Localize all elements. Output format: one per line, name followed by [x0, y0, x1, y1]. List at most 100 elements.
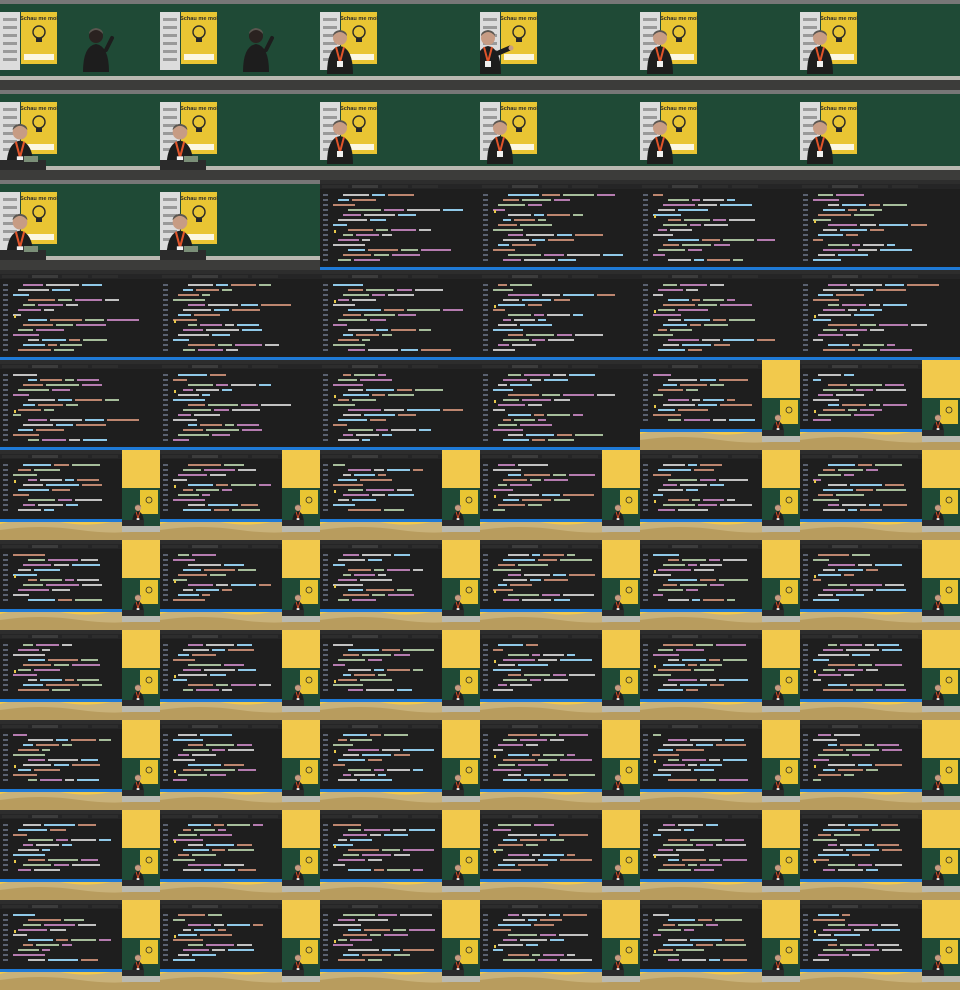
webcam-inset [282, 938, 320, 982]
thumbnail-frame [0, 270, 160, 360]
thumbnail-frame: Schau me mol [640, 0, 800, 90]
stage-scene: Schau me mol [160, 0, 320, 90]
webcam-inset [282, 668, 320, 712]
webcam-inset [762, 848, 800, 892]
thumbnail-frame: Schau me mol [160, 0, 320, 90]
code-editor-window [800, 180, 960, 270]
code-editor-window [320, 540, 442, 612]
editor-status-bar [160, 609, 282, 612]
thumbnail-frame [320, 450, 480, 540]
frame-image [160, 900, 320, 990]
code-editor-window [640, 360, 762, 432]
thumbnail-frame [480, 270, 640, 360]
frame-image: Schau me mol [160, 0, 320, 90]
code-editor-window [480, 720, 602, 792]
stage-scene: Schau me mol [800, 0, 960, 90]
code-editor-window [160, 720, 282, 792]
thumbnail-frame [800, 720, 960, 810]
thumbnail-frame [0, 450, 160, 540]
webcam-inset [922, 938, 960, 982]
poster-title: Schau me mol [340, 106, 378, 112]
webcam-inset [762, 578, 800, 622]
frame-image: Schau me mol [480, 0, 640, 90]
picture-in-picture-scene [800, 450, 960, 540]
frame-image [800, 180, 960, 270]
frame-image [480, 450, 640, 540]
thumbnail-frame [0, 720, 160, 810]
code-editor-window [0, 270, 160, 360]
webcam-inset [922, 488, 960, 532]
webcam-inset [602, 668, 640, 712]
thumbnail-frame [800, 360, 960, 450]
code-editor-window [800, 540, 922, 612]
editor-status-bar [0, 699, 122, 702]
picture-in-picture-scene [320, 810, 480, 900]
thumbnail-frame [640, 540, 800, 630]
editor-status-bar [0, 609, 122, 612]
poster-title: Schau me mol [180, 196, 218, 202]
frame-image [480, 630, 640, 720]
webcam-inset [762, 758, 800, 802]
thumbnail-frame [640, 810, 800, 900]
thumbnail-frame [640, 180, 800, 270]
webcam-inset [762, 938, 800, 982]
frame-image [320, 360, 480, 450]
editor-status-bar [320, 969, 442, 972]
code-editor-window [160, 630, 282, 702]
frame-image [640, 540, 800, 630]
thumbnail-frame: Schau me mol [0, 0, 160, 90]
thumbnail-frame [320, 180, 480, 270]
thumbnail-frame [320, 270, 480, 360]
frame-image [800, 540, 960, 630]
code-editor-window [640, 900, 762, 972]
code-editor-window [160, 450, 282, 522]
editor-status-bar [800, 429, 922, 432]
thumbnail-frame [0, 810, 160, 900]
frame-image [160, 630, 320, 720]
frame-image [480, 540, 640, 630]
webcam-inset [122, 488, 160, 532]
frame-image: Schau me mol [320, 0, 480, 90]
thumbnail-frame: Schau me mol [320, 0, 480, 90]
code-editor-window [480, 450, 602, 522]
poster-title: Schau me mol [820, 106, 858, 112]
thumbnail-frame [160, 540, 320, 630]
picture-in-picture-scene [160, 540, 320, 630]
editor-status-bar [800, 789, 922, 792]
editor-status-bar [160, 699, 282, 702]
frame-image [800, 270, 960, 360]
stage-scene: Schau me mol [320, 90, 480, 180]
poster-title: Schau me mol [820, 16, 858, 22]
webcam-inset [282, 758, 320, 802]
code-editor-window [0, 900, 122, 972]
editor-status-bar [800, 969, 922, 972]
frame-image [480, 180, 640, 270]
code-editor-window [160, 360, 320, 450]
webcam-inset [442, 758, 480, 802]
code-editor-window [0, 720, 122, 792]
webcam-inset [282, 488, 320, 532]
code-editor-window [160, 810, 282, 882]
frame-image: Schau me mol [320, 90, 480, 180]
frame-image [640, 630, 800, 720]
editor-status-bar [640, 969, 762, 972]
picture-in-picture-scene [640, 450, 800, 540]
webcam-inset [442, 938, 480, 982]
frame-image: Schau me mol [0, 0, 160, 90]
thumbnail-frame: Schau me mol [480, 90, 640, 180]
code-editor-window [480, 270, 640, 360]
frame-image [480, 360, 640, 450]
editor-status-bar [800, 519, 922, 522]
webcam-inset [602, 488, 640, 532]
frame-image [800, 900, 960, 990]
frame-image [480, 720, 640, 810]
thumbnail-frame [160, 810, 320, 900]
thumbnail-frame [800, 180, 960, 270]
thumbnail-frame: Schau me mol [0, 180, 160, 270]
editor-status-bar [0, 969, 122, 972]
editor-status-bar [640, 609, 762, 612]
code-editor-window [0, 540, 122, 612]
thumbnail-frame [640, 630, 800, 720]
frame-image [320, 540, 480, 630]
picture-in-picture-scene [320, 450, 480, 540]
